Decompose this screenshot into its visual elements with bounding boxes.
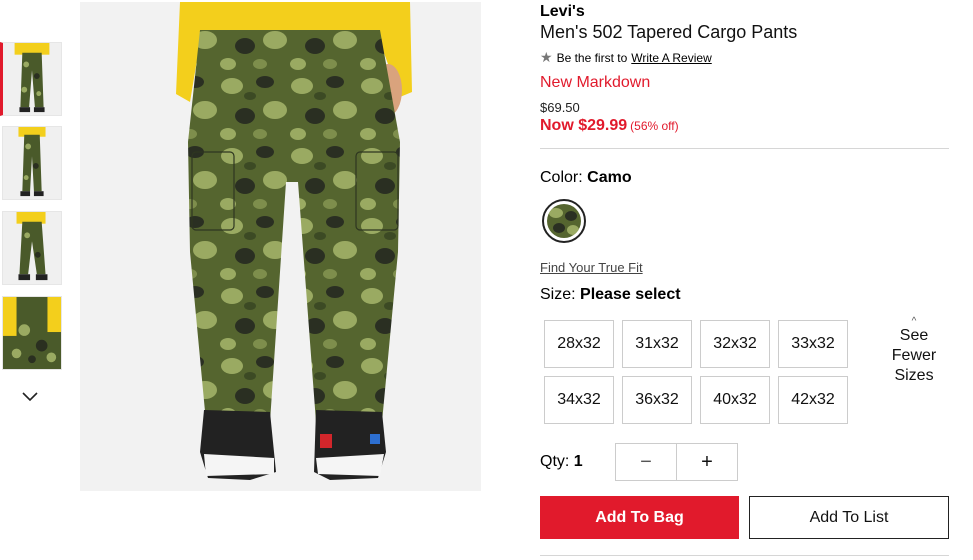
product-image[interactable] [80, 2, 481, 491]
review-prefix: Be the first to [556, 50, 628, 65]
quantity-increment-button[interactable]: + [676, 444, 737, 480]
see-fewer-line: Fewer [891, 347, 937, 364]
color-label-text: Color: [540, 169, 583, 186]
camo-swatch-pattern [547, 204, 581, 238]
thumbnail-side[interactable] [2, 126, 62, 200]
selected-size: Please select [580, 286, 681, 303]
sale-price-value: Now $29.99 [540, 117, 628, 134]
thumbnail-scroll-down[interactable] [18, 387, 42, 407]
size-label: Size: Please select [540, 286, 681, 304]
size-option[interactable]: 42x32 [778, 376, 848, 424]
brand-name[interactable]: Levi's [540, 3, 585, 21]
size-option[interactable]: 28x32 [544, 320, 614, 368]
thumbnail-front[interactable] [0, 42, 62, 116]
quantity-decrement-button[interactable]: − [616, 444, 676, 480]
sale-price: Now $29.99 (56% off) [540, 117, 679, 135]
divider [540, 148, 949, 149]
size-option[interactable]: 34x32 [544, 376, 614, 424]
review-row: ★ Be the first to Write A Review [540, 49, 712, 66]
thumbnail-back[interactable] [2, 211, 62, 285]
divider [540, 555, 949, 556]
add-to-list-button[interactable]: Add To List [749, 496, 949, 539]
original-price: $69.50 [540, 100, 580, 115]
size-option[interactable]: 31x32 [622, 320, 692, 368]
color-label: Color: Camo [540, 169, 632, 187]
write-review-link[interactable]: Write A Review [631, 51, 711, 65]
quantity-value: 1 [573, 453, 583, 470]
star-icon: ★ [540, 49, 553, 65]
size-option[interactable]: 40x32 [700, 376, 770, 424]
true-fit-link[interactable]: Find Your True Fit [540, 260, 643, 275]
markdown-label: New Markdown [540, 74, 651, 91]
thumbnail-list [0, 0, 70, 560]
size-option[interactable]: 33x32 [778, 320, 848, 368]
quantity-label: Qty: 1 [540, 453, 583, 471]
discount-percent: (56% off) [630, 119, 679, 133]
color-swatch-camo[interactable] [542, 199, 586, 243]
see-fewer-line: See [899, 327, 929, 344]
selected-color: Camo [587, 169, 632, 186]
add-to-bag-button[interactable]: Add To Bag [540, 496, 739, 539]
quantity-stepper: − + [615, 443, 738, 481]
chevron-down-icon [22, 392, 38, 402]
see-fewer-line: Sizes [894, 367, 934, 384]
size-option[interactable]: 32x32 [700, 320, 770, 368]
thumbnail-detail[interactable] [2, 296, 62, 370]
chevron-up-icon: ^ [911, 316, 917, 327]
product-title: Men's 502 Tapered Cargo Pants [540, 22, 798, 42]
see-fewer-sizes-button[interactable]: ^ See Fewer Sizes [884, 316, 944, 386]
size-label-text: Size: [540, 286, 576, 303]
size-option[interactable]: 36x32 [622, 376, 692, 424]
quantity-label-text: Qty: [540, 453, 570, 470]
